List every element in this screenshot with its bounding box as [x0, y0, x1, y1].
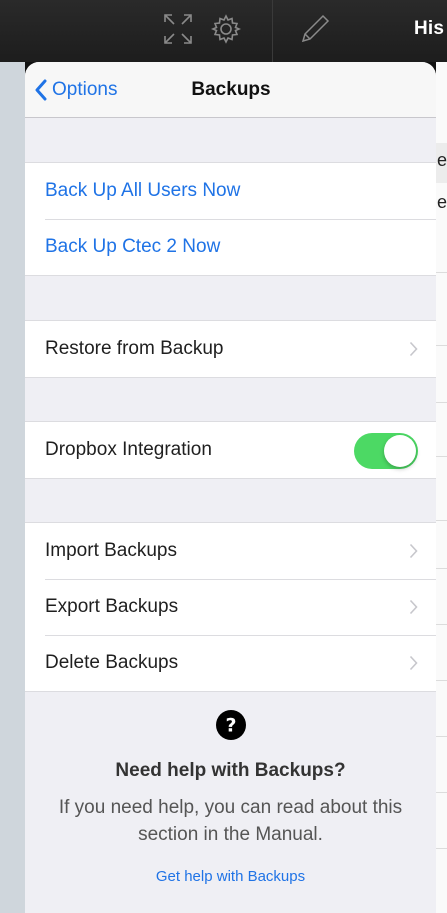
background-divider — [436, 568, 447, 569]
cell-label: Export Backups — [45, 596, 179, 617]
background-row-text: e — [437, 150, 447, 170]
help-description: If you need help, you can read about thi… — [58, 797, 403, 845]
gear-icon[interactable] — [210, 12, 242, 46]
cell-label: Back Up All Users Now — [45, 180, 241, 201]
get-help-link[interactable]: Get help with Backups — [156, 868, 305, 885]
expand-arrows-icon[interactable] — [162, 12, 194, 46]
background-divider — [436, 456, 447, 457]
background-row-text: er — [437, 192, 447, 212]
dropbox-integration-toggle[interactable] — [354, 433, 418, 469]
cell-label: Import Backups — [45, 540, 177, 561]
export-backups-item[interactable]: Export Backups — [25, 579, 436, 635]
background-divider — [436, 736, 447, 737]
back-button-label: Options — [52, 79, 118, 100]
navigation-bar: Options Backups — [25, 62, 436, 118]
background-header-title: His — [414, 18, 445, 39]
chevron-right-icon — [409, 341, 418, 357]
help-section: ? Need help with Backups? If you need he… — [25, 710, 436, 886]
svg-text:?: ? — [225, 715, 236, 737]
background-divider — [436, 272, 447, 273]
back-button[interactable]: Options — [34, 74, 117, 106]
background-divider — [436, 520, 447, 521]
delete-backups-item[interactable]: Delete Backups — [25, 635, 436, 691]
background-divider — [436, 680, 447, 681]
page-title: Backups — [191, 79, 271, 100]
question-circle-icon: ? — [215, 710, 246, 740]
background-content — [436, 62, 447, 913]
restore-group: Restore from Backup — [25, 320, 436, 378]
dropbox-group: Dropbox Integration — [25, 421, 436, 479]
backup-actions-group: Back Up All Users Now Back Up Ctec 2 Now — [25, 162, 436, 276]
manage-backups-group: Import Backups Export Backups Delete Bac… — [25, 522, 436, 692]
background-divider — [436, 792, 447, 793]
background-divider — [436, 402, 447, 403]
chevron-right-icon — [409, 655, 418, 671]
backups-popover: Options Backups Back Up All Users Now Ba… — [25, 62, 436, 913]
chevron-right-icon — [409, 599, 418, 615]
chevron-left-icon — [35, 79, 47, 101]
cell-label: Back Up Ctec 2 Now — [45, 236, 221, 257]
background-divider — [436, 624, 447, 625]
background-divider — [436, 848, 447, 849]
back-up-all-users-button[interactable]: Back Up All Users Now — [25, 163, 436, 219]
dropbox-integration-row: Dropbox Integration — [25, 422, 436, 478]
help-title: Need help with Backups? — [115, 760, 346, 781]
cell-label: Restore from Backup — [45, 338, 224, 359]
toolbar-divider — [272, 0, 273, 62]
pencil-icon[interactable] — [298, 12, 330, 46]
back-up-ctec-2-button[interactable]: Back Up Ctec 2 Now — [25, 219, 436, 275]
import-backups-item[interactable]: Import Backups — [25, 523, 436, 579]
restore-from-backup-item[interactable]: Restore from Backup — [25, 321, 436, 377]
cell-label: Delete Backups — [45, 652, 179, 673]
background-sidebar — [0, 62, 25, 913]
toggle-knob — [384, 435, 416, 467]
background-toolbar: His — [0, 0, 447, 62]
chevron-right-icon — [409, 543, 418, 559]
background-divider — [436, 345, 447, 346]
cell-label: Dropbox Integration — [45, 439, 212, 460]
